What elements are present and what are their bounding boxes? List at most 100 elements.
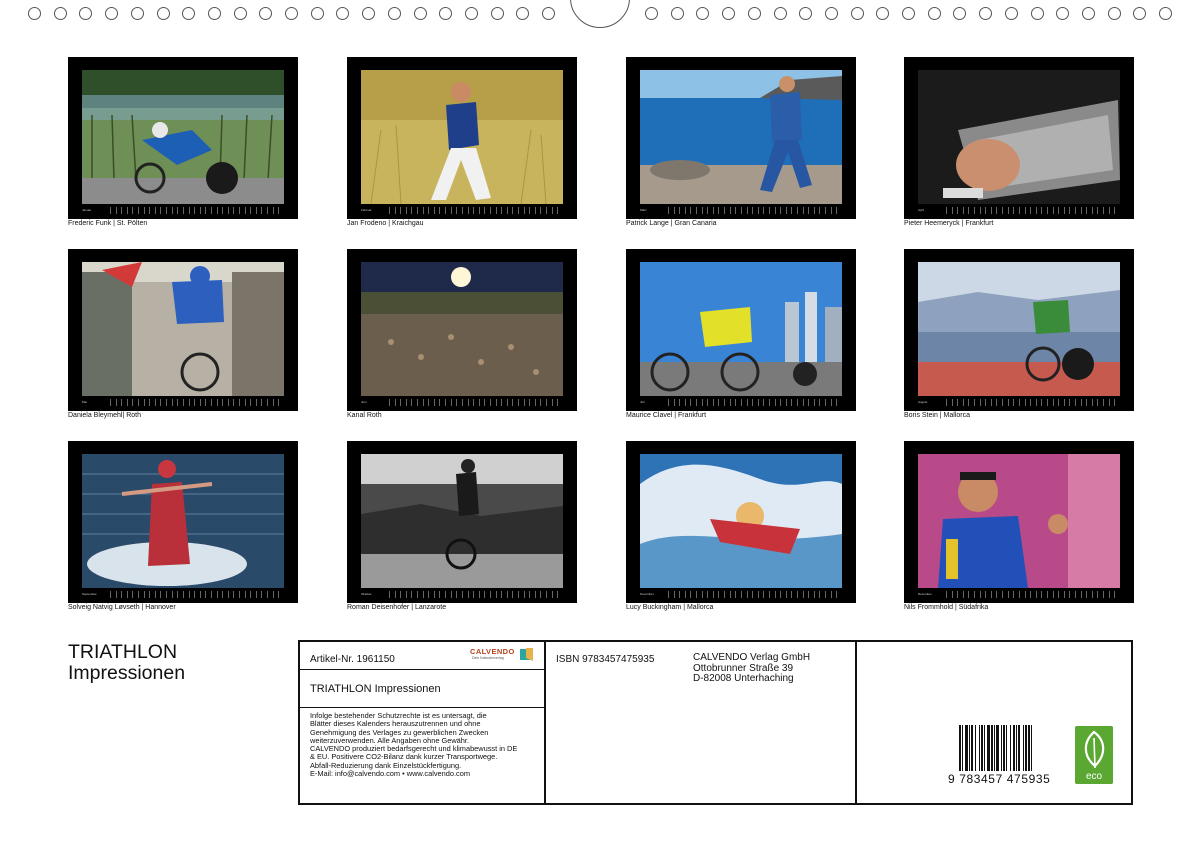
binding-hole <box>696 7 710 20</box>
binding-hole <box>542 7 555 20</box>
photo-athlete-celebrating <box>918 454 1120 588</box>
binding-hole <box>850 7 864 20</box>
binding-hole <box>439 7 453 20</box>
info-column-left: Artikel-Nr. 1961150 CALVENDO Dein Kalend… <box>300 642 546 803</box>
barcode-bar <box>1031 725 1032 771</box>
binding-hole <box>902 7 915 20</box>
photo-cyclist-city <box>640 262 842 396</box>
binding-hole <box>490 7 504 20</box>
calendar-title-small: TRIATHLON Impressionen <box>310 683 441 695</box>
hanger-cutout <box>570 0 630 28</box>
publisher-line: CALVENDO Verlag GmbH <box>693 652 811 663</box>
day-cell <box>557 399 563 406</box>
barcode-bar <box>1001 725 1002 771</box>
day-cell <box>557 591 563 598</box>
binding-hole <box>105 7 119 20</box>
binding-hole <box>953 7 967 20</box>
binding-hole <box>1081 7 1095 20</box>
calendar-strip: November <box>640 591 842 598</box>
info-box: Artikel-Nr. 1961150 CALVENDO Dein Kalend… <box>298 640 1133 805</box>
binding-hole <box>876 7 890 20</box>
barcode <box>959 725 1032 771</box>
barcode-digits: 9 783457 475935 <box>948 772 1051 786</box>
calendar-strip: Juli <box>640 399 842 406</box>
barcode-bar <box>971 725 973 771</box>
barcode-bar <box>994 725 995 771</box>
day-cell <box>1114 591 1120 598</box>
photo-cyclist-lava <box>361 454 563 588</box>
calendar-strip: August <box>918 399 1120 406</box>
photo-cyclist-vineyard <box>82 70 284 204</box>
binding-hole <box>464 7 478 20</box>
barcode-bar <box>984 725 985 771</box>
binding-hole <box>747 7 761 20</box>
binding-hole <box>1030 7 1044 20</box>
month-caption: Pieter Heemeryck | Frankfurt <box>904 220 994 227</box>
day-cell <box>1114 399 1120 406</box>
barcode-bar <box>1025 725 1027 771</box>
barcode-bar <box>991 725 993 771</box>
month-caption: Daniela Bleymehl| Roth <box>68 412 142 419</box>
article-number: Artikel-Nr. 1961150 <box>310 654 395 665</box>
month-thumbnail: April <box>904 57 1134 219</box>
binding-hole <box>310 7 324 20</box>
day-cell <box>278 591 284 598</box>
binding-hole <box>387 7 401 20</box>
month-thumbnail: Oktober <box>347 441 577 603</box>
binding-hole <box>516 7 530 20</box>
binding-hole <box>927 7 941 20</box>
binding-hole <box>645 7 658 20</box>
binding-hole <box>413 7 427 20</box>
month-caption: Boris Stein | Mallorca <box>904 412 971 419</box>
photo-swimmer-splash <box>82 454 284 588</box>
binding-hole <box>722 7 736 20</box>
barcode-bar <box>1028 725 1030 771</box>
info-column-middle: ISBN 9783457475935 CALVENDO Verlag GmbH … <box>546 642 857 803</box>
barcode-bar <box>1013 725 1015 771</box>
barcode-bar <box>969 725 970 771</box>
barcode-bar <box>1023 725 1024 771</box>
barcode-bar <box>987 725 990 771</box>
calendar-strip: März <box>640 207 842 214</box>
barcode-bar <box>1016 725 1017 771</box>
month-thumbnail: Januar <box>68 57 298 219</box>
month-caption: Nils Frommhold | Südafrika <box>904 604 989 611</box>
binding-hole <box>773 7 787 20</box>
day-cell <box>278 207 284 214</box>
binding-hole <box>1159 7 1172 20</box>
month-thumbnail: März <box>626 57 856 219</box>
month-caption: Kanal Roth <box>347 412 382 419</box>
publisher-line: D-82008 Unterhaching <box>693 673 794 684</box>
publisher-address: CALVENDO Verlag GmbH Ottobrunner Straße … <box>693 652 811 685</box>
photo-runner-coast <box>640 70 842 204</box>
legal-notice: Infolge bestehender Schutzrechte ist es … <box>310 711 542 778</box>
title-line-1: TRIATHLON <box>68 641 178 663</box>
barcode-bar <box>959 725 961 771</box>
photo-cyclist-mountains <box>918 262 1120 396</box>
day-cell <box>836 399 842 406</box>
barcode-bar <box>1018 725 1020 771</box>
month-thumbnail: Juni <box>347 249 577 411</box>
calendar-strip: Februar <box>361 207 563 214</box>
calvendo-logo: CALVENDO Dein Kalenderverlag <box>470 646 536 666</box>
barcode-bar <box>996 725 999 771</box>
binding-hole <box>53 7 67 20</box>
binding-hole <box>207 7 221 20</box>
svg-text:eco: eco <box>1086 771 1103 782</box>
photo-runner-grass <box>361 70 563 204</box>
day-cell <box>836 591 842 598</box>
title-row: TRIATHLON Impressionen <box>300 670 544 708</box>
calendar-strip: Mai <box>82 399 284 406</box>
eco-leaf-icon: eco <box>1075 726 1113 784</box>
binding-hole <box>156 7 170 20</box>
calendar-strip: April <box>918 207 1120 214</box>
binding-hole <box>1004 7 1018 20</box>
barcode-bar <box>1010 725 1011 771</box>
photo-cyclist-crowd <box>82 262 284 396</box>
month-caption: Frederic Funk | St. Pölten <box>68 220 148 227</box>
month-thumbnail: August <box>904 249 1134 411</box>
calendar-strip: Juni <box>361 399 563 406</box>
month-caption: Solveig Natvig Løvseth | Hannover <box>68 604 176 611</box>
binding-hole <box>182 7 196 20</box>
month-thumbnail: November <box>626 441 856 603</box>
